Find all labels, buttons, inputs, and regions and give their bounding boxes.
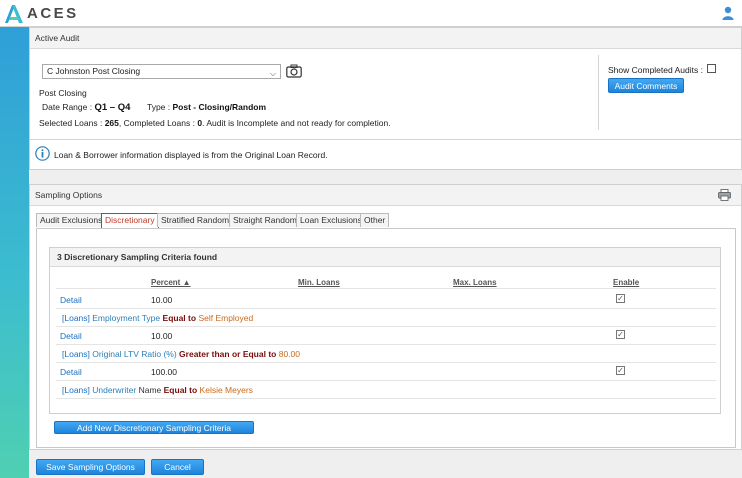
row-divider	[56, 362, 716, 363]
enable-checkbox[interactable]: ✓	[616, 294, 625, 303]
header-divider	[56, 288, 716, 289]
tab-discretionary[interactable]: Discretionary	[101, 213, 159, 228]
criteria-found-header: 3 Discretionary Sampling Criteria found	[50, 248, 720, 267]
active-audit-header: Active Audit	[30, 28, 741, 49]
row-divider	[56, 380, 716, 381]
criteria-field: Employment Type	[92, 313, 161, 323]
audit-status-text: . Audit is Incomplete and not ready for …	[202, 118, 391, 128]
criteria-expression: [Loans] Employment Type Equal to Self Em…	[62, 313, 253, 323]
row-divider	[56, 326, 716, 327]
tab-stratified-random[interactable]: Stratified Random	[157, 213, 234, 227]
criteria-value: Self Employed	[198, 313, 254, 323]
audit-select-value: C Johnston Post Closing	[47, 66, 141, 76]
aces-logo[interactable]: ACES	[4, 3, 79, 24]
criteria-operator: Equal to	[163, 385, 198, 395]
tab-content: 3 Discretionary Sampling Criteria found …	[36, 228, 736, 448]
audit-type-label: Post Closing	[39, 88, 87, 98]
show-completed-checkbox[interactable]	[707, 64, 716, 73]
column-percent[interactable]: Percent ▲	[151, 278, 191, 287]
tab-loan-exclusions[interactable]: Loan Exclusions	[296, 213, 366, 227]
save-sampling-button[interactable]: Save Sampling Options	[36, 459, 145, 475]
vertical-divider	[598, 55, 599, 130]
selected-loans-count: 265	[104, 118, 119, 128]
date-range-line: Date Range : Q1 – Q4 Type : Post - Closi…	[42, 102, 266, 113]
sampling-options-header: Sampling Options	[30, 185, 741, 206]
show-completed-label: Show Completed Audits :	[608, 65, 703, 75]
camera-icon[interactable]	[286, 64, 302, 78]
type-value: Post - Closing/Random	[172, 102, 267, 112]
logo-mark-icon	[5, 4, 23, 23]
row-divider	[56, 344, 716, 345]
tab-other[interactable]: Other	[360, 213, 390, 227]
cancel-button[interactable]: Cancel	[151, 459, 204, 475]
criteria-value: 80.00	[278, 349, 300, 359]
criteria-tag: [Loans]	[62, 313, 90, 323]
active-audit-panel: Active Audit C Johnston Post Closing ⌵ P…	[29, 27, 742, 170]
audit-select[interactable]: C Johnston Post Closing ⌵	[42, 64, 281, 79]
detail-link[interactable]: Detail	[60, 295, 82, 305]
user-icon[interactable]	[722, 6, 734, 20]
panel-separator	[30, 139, 741, 140]
criteria-expression: [Loans] Original LTV Ratio (%) Greater t…	[62, 349, 300, 359]
detail-link[interactable]: Detail	[60, 331, 82, 341]
add-criteria-button[interactable]: Add New Discretionary Sampling Criteria	[54, 421, 254, 434]
completed-loans-label: , Completed Loans :	[118, 118, 195, 128]
left-sidebar	[0, 27, 29, 478]
tab-straight-random[interactable]: Straight Random	[229, 213, 301, 227]
sampling-options-panel: Sampling Options Audit Exclusions Discre…	[29, 184, 742, 450]
logo-text: ACES	[27, 5, 79, 22]
criteria-box: 3 Discretionary Sampling Criteria found …	[49, 247, 721, 414]
criteria-expression: [Loans] Underwriter Name Equal to Kelsie…	[62, 385, 253, 395]
date-range-value: Q1 – Q4	[94, 102, 131, 113]
date-range-label: Date Range :	[42, 102, 93, 112]
column-max-loans[interactable]: Max. Loans	[453, 278, 497, 287]
loan-summary-line: Selected Loans : 265, Completed Loans : …	[39, 118, 391, 128]
print-icon[interactable]	[718, 189, 731, 201]
detail-link[interactable]: Detail	[60, 367, 82, 377]
percent-value: 10.00	[151, 295, 173, 305]
criteria-operator: Equal to	[162, 313, 197, 323]
audit-comments-button[interactable]: Audit Comments	[608, 78, 684, 93]
column-min-loans[interactable]: Min. Loans	[298, 278, 340, 287]
chevron-down-icon: ⌵	[269, 69, 276, 78]
percent-value: 10.00	[151, 331, 173, 341]
criteria-field: Underwriter	[92, 385, 137, 395]
top-bar: ACES	[0, 0, 742, 27]
criteria-tag: [Loans]	[62, 349, 90, 359]
row-divider	[56, 308, 716, 309]
info-banner-text: Loan & Borrower information displayed is…	[54, 150, 328, 160]
criteria-operator: Greater than or Equal to	[179, 349, 277, 359]
criteria-field: Original LTV Ratio (%)	[92, 349, 177, 359]
percent-value: 100.00	[151, 367, 177, 377]
sampling-tabs: Audit Exclusions Discretionary Stratifie…	[36, 213, 736, 229]
criteria-tag: [Loans]	[62, 385, 90, 395]
criteria-value: Kelsie Meyers	[199, 385, 253, 395]
tab-audit-exclusions[interactable]: Audit Exclusions	[36, 213, 107, 227]
info-icon	[35, 146, 50, 161]
type-label: Type :	[146, 102, 171, 112]
row-divider	[56, 398, 716, 399]
enable-checkbox[interactable]: ✓	[616, 366, 625, 375]
selected-loans-label: Selected Loans :	[39, 118, 103, 128]
criteria-field-suffix: Name	[138, 385, 162, 395]
column-enable[interactable]: Enable	[613, 278, 639, 287]
main-content: Active Audit C Johnston Post Closing ⌵ P…	[29, 27, 742, 478]
enable-checkbox[interactable]: ✓	[616, 330, 625, 339]
